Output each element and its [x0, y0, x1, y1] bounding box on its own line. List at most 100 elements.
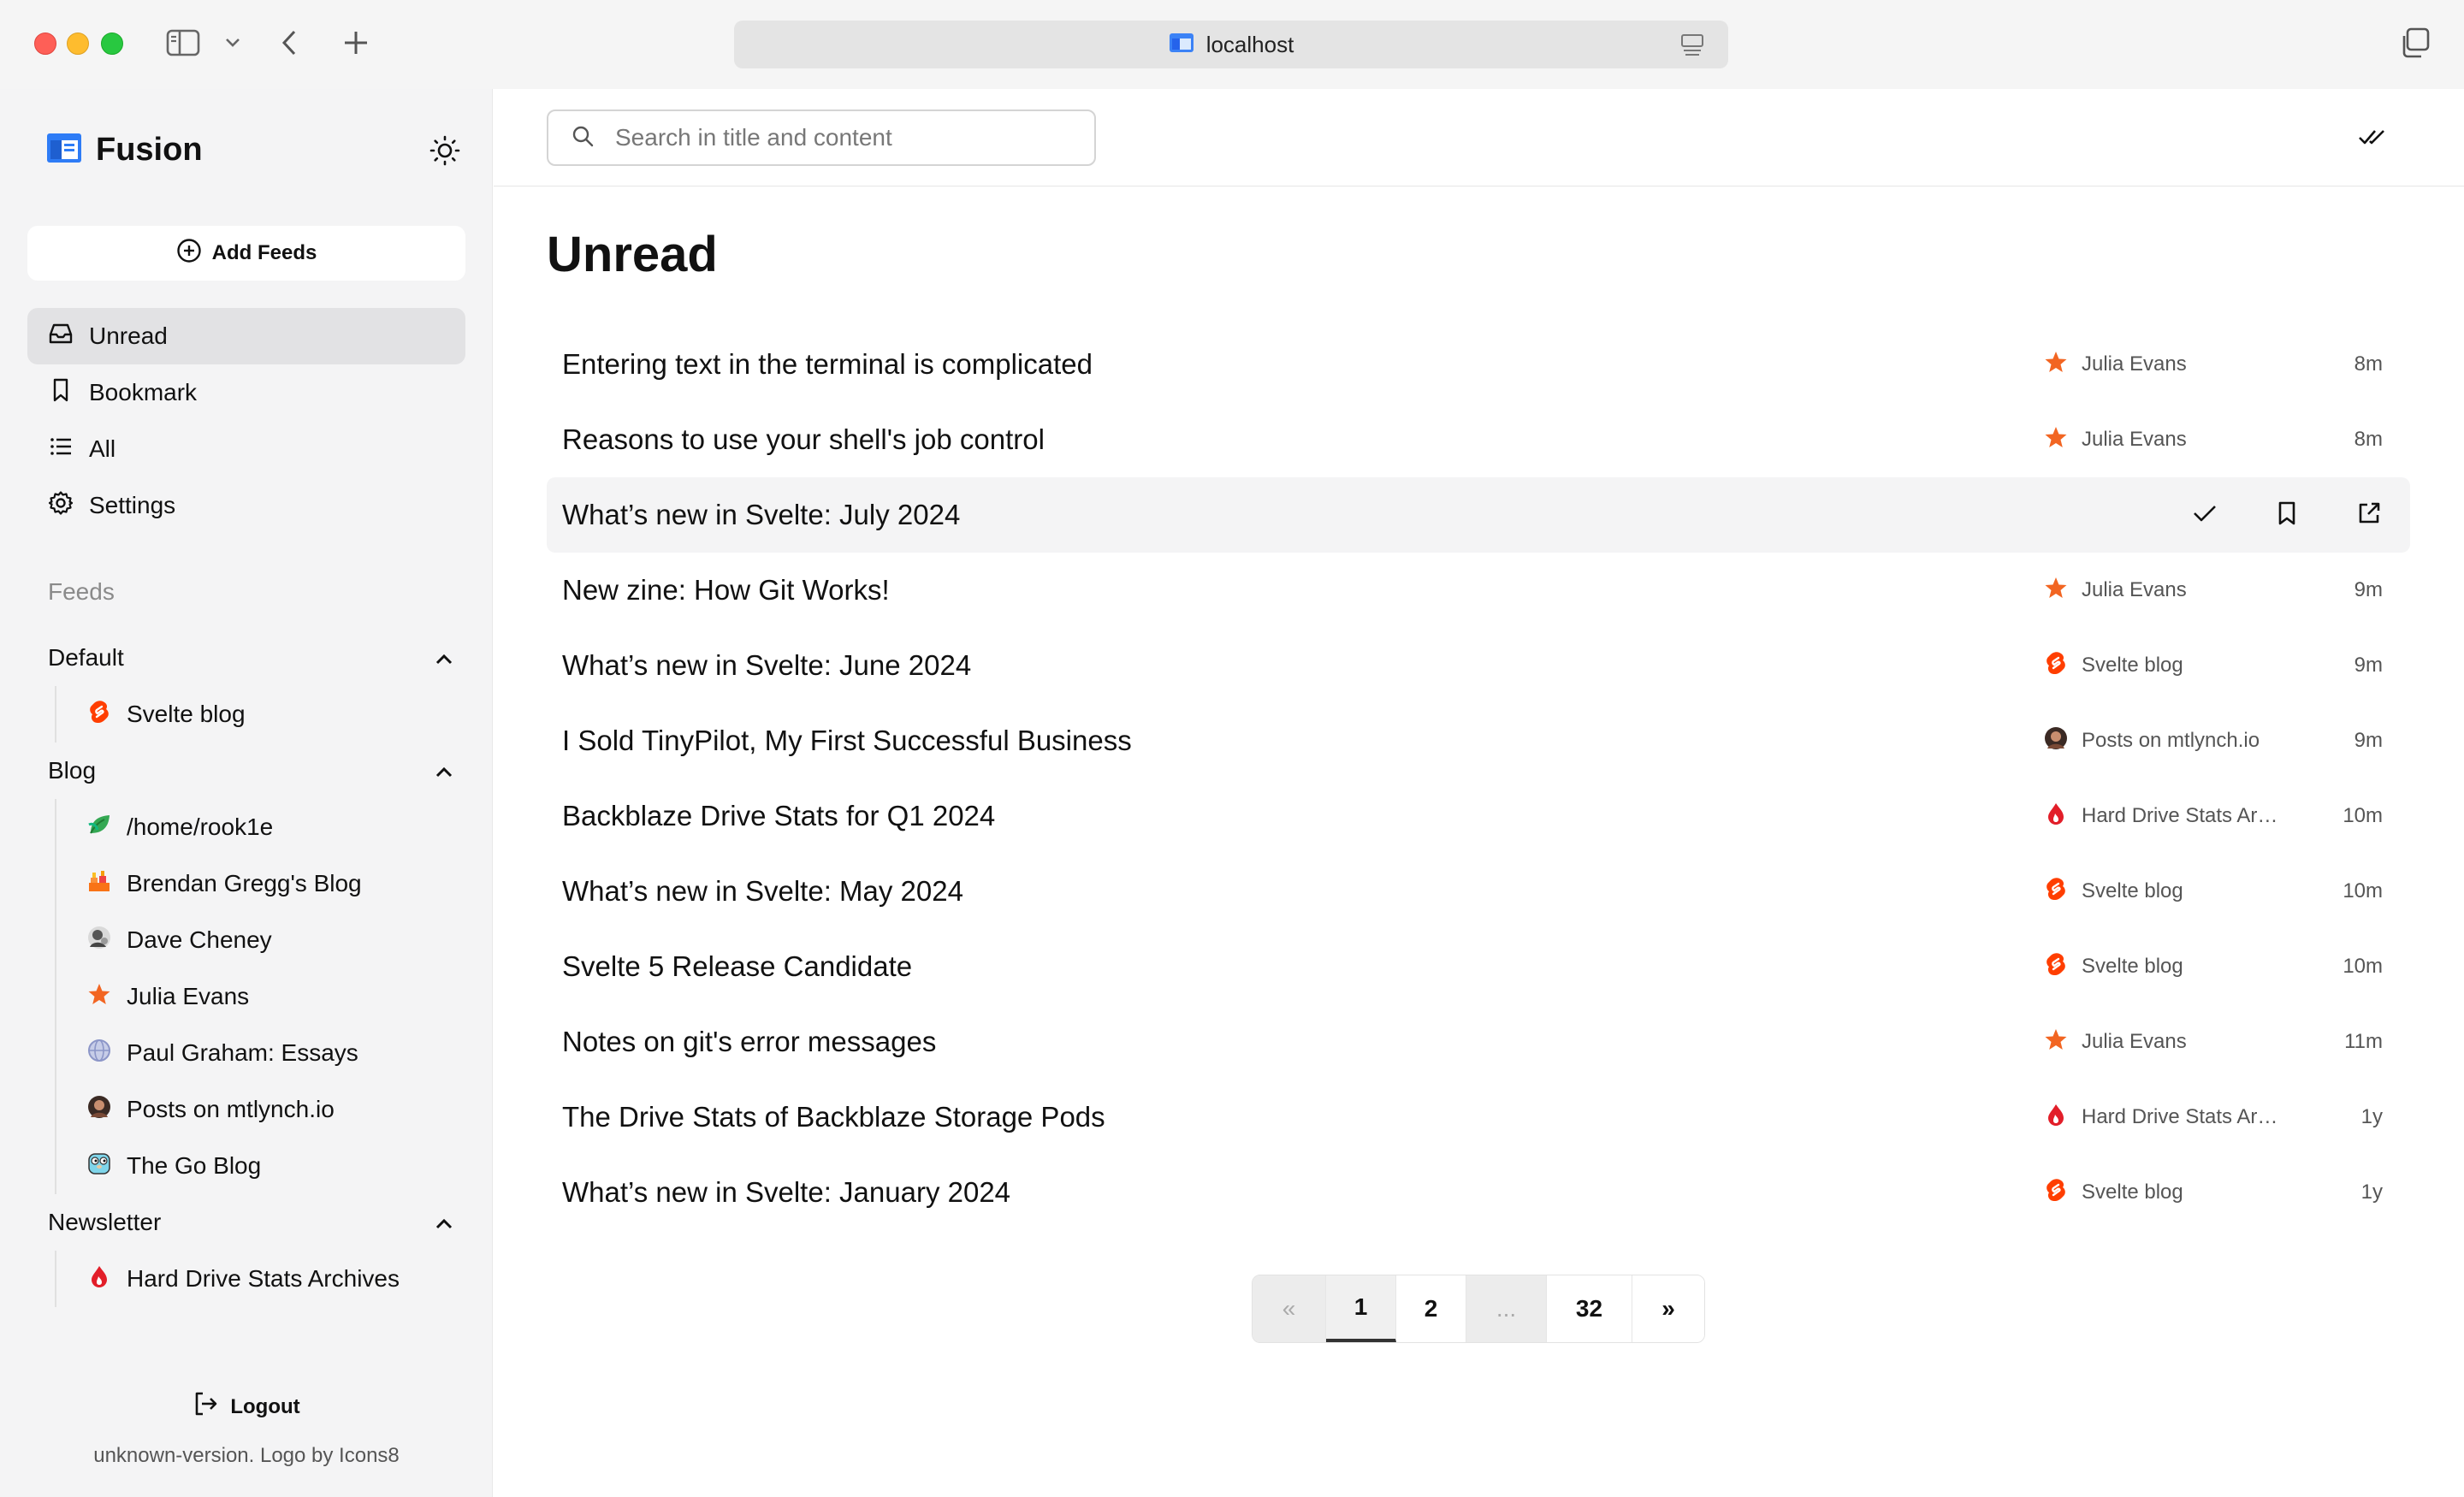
- feed-name: The Go Blog: [127, 1152, 262, 1179]
- star-icon: [2044, 350, 2068, 380]
- reader-mode-icon[interactable]: [1680, 33, 1704, 61]
- item-row[interactable]: Backblaze Drive Stats for Q1 2024 Hard D…: [547, 778, 2410, 854]
- item-row[interactable]: New zine: How Git Works! Julia Evans 9m: [547, 553, 2410, 628]
- brand[interactable]: Fusion: [46, 132, 203, 169]
- group-header[interactable]: Blog: [48, 743, 459, 799]
- feed-item-paul-graham[interactable]: Paul Graham: Essays: [56, 1025, 459, 1081]
- version-text: unknown-version. Logo by Icons8: [93, 1444, 400, 1467]
- chevron-down-icon[interactable]: [214, 24, 252, 62]
- item-title[interactable]: What’s new in Svelte: May 2024: [562, 854, 963, 929]
- item-row[interactable]: I Sold TinyPilot, My First Successful Bu…: [547, 703, 2410, 778]
- search-input[interactable]: [615, 124, 1094, 151]
- item-title[interactable]: What’s new in Svelte: January 2024: [562, 1155, 1010, 1230]
- page-button[interactable]: 2: [1396, 1275, 1466, 1342]
- item-title[interactable]: New zine: How Git Works!: [562, 553, 890, 628]
- feed-item-mtlynch[interactable]: Posts on mtlynch.io: [56, 1081, 459, 1138]
- new-tab-icon[interactable]: [337, 24, 375, 62]
- bookmark-button[interactable]: [2246, 477, 2328, 553]
- item-source-name: Julia Evans: [2082, 1030, 2187, 1053]
- item-row[interactable]: Reasons to use your shell's job control …: [547, 402, 2410, 477]
- item-title[interactable]: I Sold TinyPilot, My First Successful Bu…: [562, 703, 1132, 778]
- chevron-up-icon[interactable]: [435, 644, 453, 672]
- page-last-button[interactable]: »: [1632, 1275, 1704, 1342]
- item-title[interactable]: Notes on git's error messages: [562, 1004, 936, 1080]
- page-title: Unread: [547, 227, 718, 282]
- feed-item-svelte-blog[interactable]: Svelte blog: [56, 686, 459, 743]
- flame-icon: [87, 869, 111, 899]
- feed-item-go-blog[interactable]: The Go Blog: [56, 1138, 459, 1194]
- item-source-name: Svelte blog: [2082, 955, 2183, 978]
- item-row[interactable]: Svelte 5 Release Candidate Svelte blog 1…: [547, 929, 2410, 1004]
- item-row[interactable]: What’s new in Svelte: July 2024: [547, 477, 2410, 553]
- feed-item-home-rook1e[interactable]: /home/rook1e: [56, 799, 459, 855]
- item-title[interactable]: What’s new in Svelte: July 2024: [562, 477, 960, 553]
- item-title[interactable]: Entering text in the terminal is complic…: [562, 327, 1093, 402]
- sun-icon: [429, 135, 460, 170]
- address-bar[interactable]: localhost: [734, 21, 1728, 68]
- item-source: Hard Drive Stats Archives: [2044, 778, 2278, 854]
- nav-item-bookmark[interactable]: Bookmark: [27, 364, 465, 421]
- item-title[interactable]: What’s new in Svelte: June 2024: [562, 628, 971, 703]
- feed-name: /home/rook1e: [127, 814, 274, 840]
- tab-overview-icon[interactable]: [2396, 24, 2433, 62]
- chevron-up-icon[interactable]: [435, 757, 453, 784]
- item-time: 1y: [2360, 1105, 2383, 1128]
- item-source: Svelte blog: [2044, 1155, 2183, 1230]
- nav-item-all[interactable]: All: [27, 421, 465, 477]
- item-title[interactable]: Reasons to use your shell's job control: [562, 402, 1045, 477]
- pagination: « 1 2 ... 32 »: [1252, 1275, 1705, 1343]
- mark-all-read-button[interactable]: [2354, 120, 2391, 157]
- item-time: 10m: [2343, 955, 2383, 978]
- add-feeds-button[interactable]: Add Feeds: [27, 226, 465, 281]
- group-header[interactable]: Default: [48, 630, 459, 686]
- feed-name: Brendan Gregg's Blog: [127, 870, 362, 896]
- item-row[interactable]: What’s new in Svelte: May 2024 Svelte bl…: [547, 854, 2410, 929]
- feed-name: Hard Drive Stats Archives: [127, 1265, 400, 1292]
- search-box[interactable]: [547, 109, 1096, 166]
- close-window-button[interactable]: [34, 33, 56, 55]
- page-button-current[interactable]: 1: [1326, 1275, 1396, 1342]
- gear-icon: [48, 490, 74, 522]
- item-title[interactable]: Svelte 5 Release Candidate: [562, 929, 912, 1004]
- page-button[interactable]: 32: [1547, 1275, 1632, 1342]
- minimize-window-button[interactable]: [67, 33, 89, 55]
- page-first-button[interactable]: «: [1253, 1275, 1326, 1342]
- leaf-icon: [87, 813, 111, 843]
- external-link-icon: [2356, 500, 2382, 530]
- fusion-logo-icon: [46, 133, 82, 168]
- item-source-name: Julia Evans: [2082, 578, 2187, 601]
- item-time: 9m: [2354, 729, 2383, 752]
- back-icon[interactable]: [270, 24, 308, 62]
- backblaze-icon: [2044, 802, 2068, 831]
- star-icon: [2044, 576, 2068, 606]
- item-row[interactable]: What’s new in Svelte: January 2024 Svelt…: [547, 1155, 2410, 1230]
- item-title[interactable]: The Drive Stats of Backblaze Storage Pod…: [562, 1080, 1105, 1155]
- backblaze-icon: [2044, 1103, 2068, 1133]
- sidebar-toggle-icon[interactable]: [164, 24, 202, 62]
- feed-item-hard-drive-stats[interactable]: Hard Drive Stats Archives: [56, 1251, 459, 1307]
- feed-item-julia-evans[interactable]: Julia Evans: [56, 968, 459, 1025]
- nav-item-unread[interactable]: Unread: [27, 308, 465, 364]
- mark-read-button[interactable]: [2164, 477, 2246, 553]
- logout-icon: [192, 1391, 218, 1423]
- item-time: 1y: [2360, 1180, 2383, 1204]
- item-row[interactable]: Entering text in the terminal is complic…: [547, 327, 2410, 402]
- feed-item-dave-cheney[interactable]: Dave Cheney: [56, 912, 459, 968]
- logout-button[interactable]: Logout: [0, 1391, 493, 1423]
- chevron-up-icon[interactable]: [435, 1209, 453, 1236]
- item-row[interactable]: Notes on git's error messages Julia Evan…: [547, 1004, 2410, 1080]
- item-source-name: Posts on mtlynch.io: [2082, 729, 2260, 752]
- zoom-window-button[interactable]: [101, 33, 123, 55]
- item-row[interactable]: What’s new in Svelte: June 2024 Svelte b…: [547, 628, 2410, 703]
- item-row[interactable]: The Drive Stats of Backblaze Storage Pod…: [547, 1080, 2410, 1155]
- item-title[interactable]: Backblaze Drive Stats for Q1 2024: [562, 778, 995, 854]
- feed-group-default: Default Svelte blog: [48, 630, 459, 743]
- feed-item-brendan-gregg[interactable]: Brendan Gregg's Blog: [56, 855, 459, 912]
- item-source: Posts on mtlynch.io: [2044, 703, 2260, 778]
- theme-toggle-button[interactable]: [426, 133, 464, 171]
- nav-item-settings[interactable]: Settings: [27, 477, 465, 534]
- feed-group-newsletter: Newsletter Hard Drive Stats Archives: [48, 1194, 459, 1307]
- item-source-name: Hard Drive Stats Archives: [2082, 804, 2278, 827]
- open-external-button[interactable]: [2328, 477, 2410, 553]
- group-header[interactable]: Newsletter: [48, 1194, 459, 1251]
